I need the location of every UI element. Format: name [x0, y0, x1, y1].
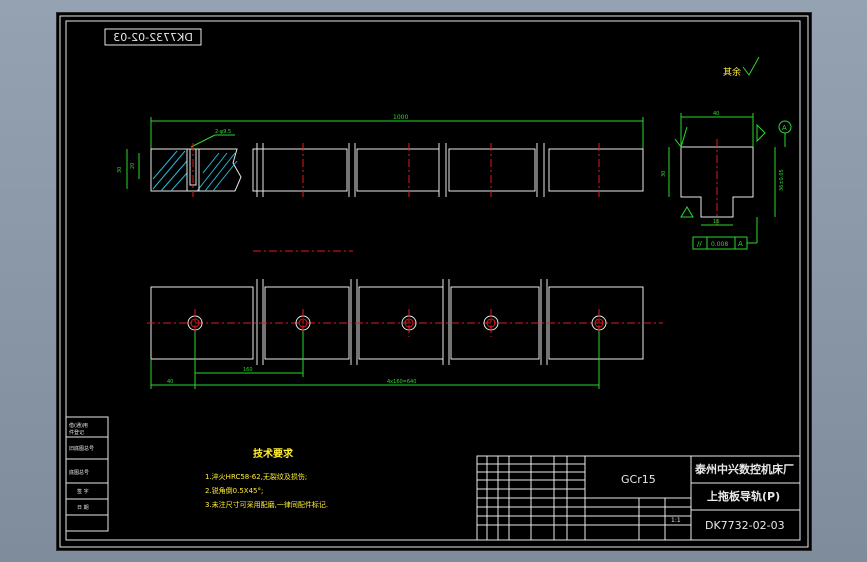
tech-item-1: 1.淬火HRC58-62,无裂纹及损伤;	[205, 472, 307, 481]
datum-label: A	[782, 124, 787, 132]
tech-title: 技术要求	[253, 447, 294, 460]
left-label-2: 件登记	[69, 429, 84, 436]
sheet-inner-border	[65, 20, 801, 541]
drawing-sheet: DK7732-02-03 其余 1000 2-φ9.5 30 20 160 40…	[59, 15, 809, 548]
tolerance-datum: A	[738, 240, 743, 248]
height-dim: 30	[117, 167, 123, 173]
total-height-dim: 36±0.05	[779, 169, 785, 191]
side-section-view: 40 16 30 36±0.05 A // 0.008 A	[661, 111, 792, 250]
left-label-3: 旧底图总号	[69, 445, 94, 452]
overall-length-dim: 1000	[393, 114, 408, 121]
width-dim: 40	[713, 111, 719, 117]
tolerance-value: 0.008	[711, 241, 728, 248]
pitch-dim: 160	[243, 367, 253, 373]
tech-item-2: 2.锐角倒0.5X45°;	[205, 486, 263, 495]
title-drawing-number: DK7732-02-03	[705, 519, 785, 532]
hole-spacing-dim: 4x160=640	[387, 379, 416, 385]
company-name: 泰州中兴数控机床厂	[694, 462, 794, 476]
roughness-right	[756, 123, 766, 143]
left-label-6: 日 期	[77, 505, 89, 511]
hole-callout: 2-φ9.5	[215, 129, 231, 135]
material-text: GCr15	[621, 473, 656, 486]
roughness-symbol	[742, 56, 760, 76]
title-block: GCr15 1:1 泰州中兴数控机床厂 上拖板导轨(P) DK7732-02-0…	[476, 455, 801, 541]
left-label-5: 签 字	[77, 488, 89, 495]
tech-item-3: 3.未注尺寸可采用配磨,一律同配件标记.	[205, 500, 328, 509]
side-height-dim: 30	[661, 171, 667, 177]
mirrored-drawing-number: DK7732-02-03	[113, 31, 193, 44]
roughness-bottom	[680, 206, 694, 218]
front-view: 1000 2-φ9.5 30 20	[117, 114, 644, 197]
roughness-note-text: 其余	[723, 66, 741, 78]
tolerance-frame: // 0.008 A	[692, 217, 758, 250]
mirrored-drawing-number-box: DK7732-02-03	[104, 28, 202, 46]
left-label-1: 借(通)用	[69, 422, 88, 429]
bottom-width-dim: 16	[713, 219, 719, 225]
part-name: 上拖板导轨(P)	[707, 489, 780, 503]
technical-requirements: 技术要求 1.淬火HRC58-62,无裂纹及损伤; 2.锐角倒0.5X45°; …	[205, 447, 328, 509]
cad-viewport[interactable]: DK7732-02-03 其余 1000 2-φ9.5 30 20 160 40…	[56, 12, 812, 551]
left-revision-column: 借(通)用 件登记 旧底图总号 底图总号 签 字 日 期	[65, 416, 109, 532]
roughness-note: 其余	[723, 56, 760, 78]
parallelism-symbol: //	[697, 240, 702, 248]
edge-dim: 40	[167, 379, 173, 385]
height-dim-2: 20	[130, 163, 136, 169]
left-label-4: 底图总号	[69, 469, 89, 476]
top-view: 160 40 4x160=640	[147, 250, 663, 389]
scale-text: 1:1	[671, 517, 681, 524]
